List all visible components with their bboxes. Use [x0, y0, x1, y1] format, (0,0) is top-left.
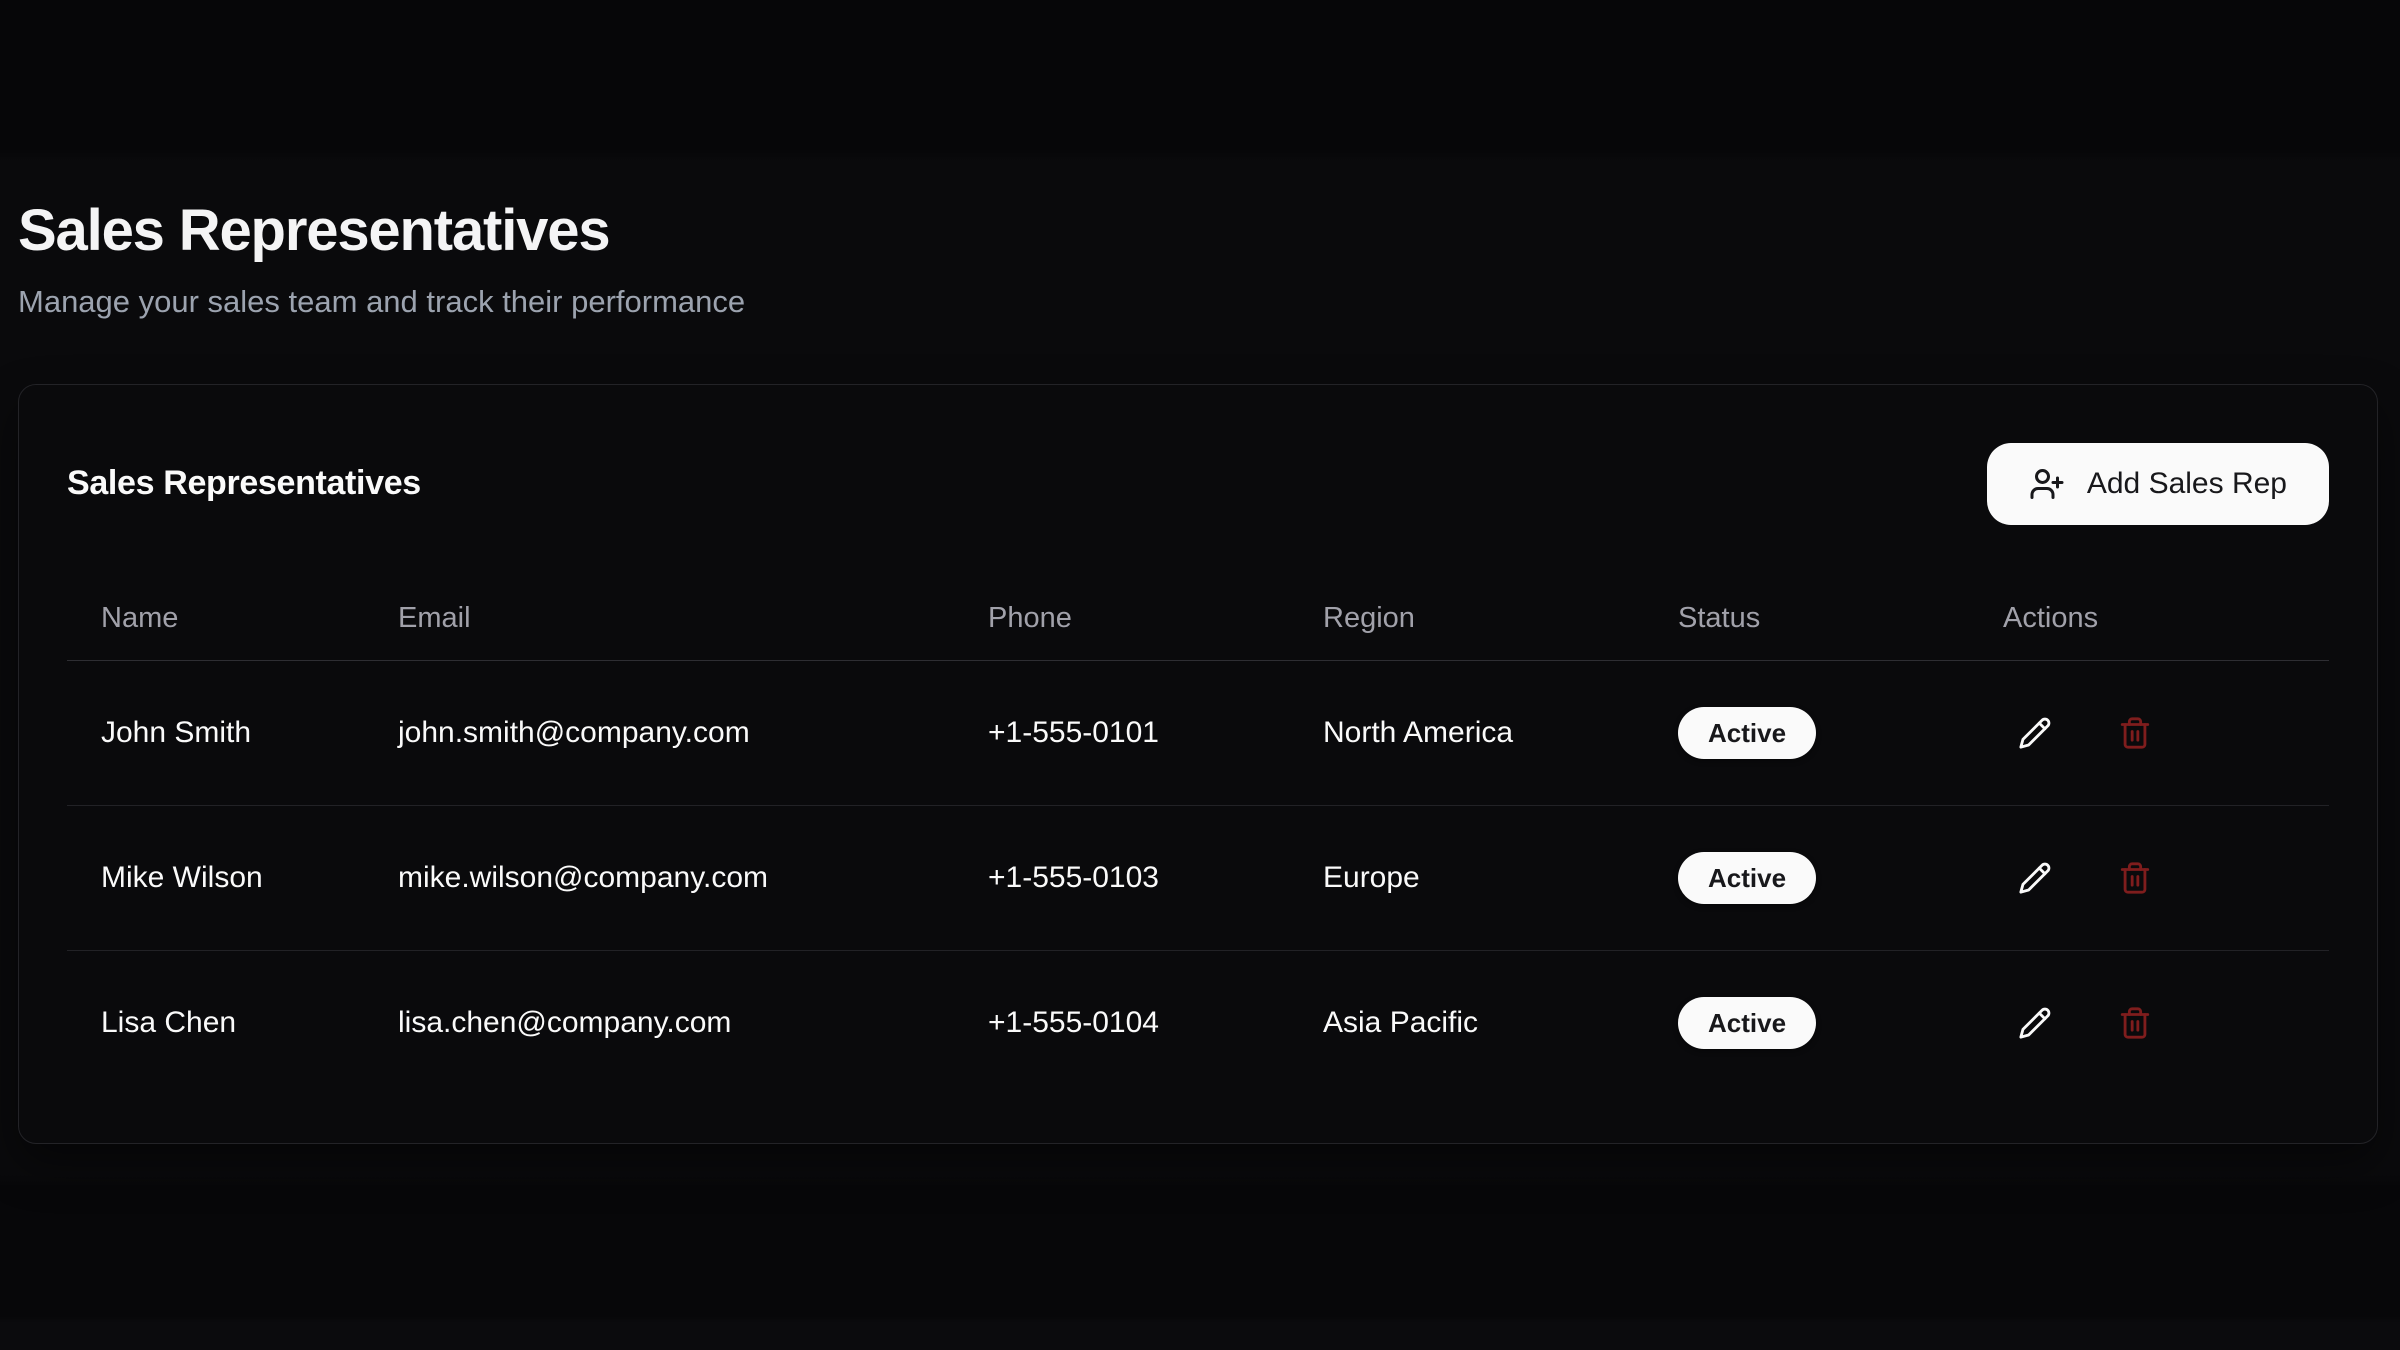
table-header-row: Name Email Phone Region Status Actions [67, 577, 2329, 661]
sales-reps-table: Name Email Phone Region Status Actions J… [67, 577, 2329, 1096]
pencil-icon [2018, 1006, 2052, 1040]
pencil-icon [2018, 861, 2052, 895]
status-badge: Active [1678, 707, 1816, 759]
cell-actions [1987, 661, 2329, 806]
status-badge: Active [1678, 997, 1816, 1049]
column-header-email: Email [382, 577, 972, 661]
column-header-region: Region [1307, 577, 1662, 661]
page-header: Sales Representatives Manage your sales … [0, 0, 2400, 322]
cell-actions [1987, 951, 2329, 1096]
column-header-actions: Actions [1987, 577, 2329, 661]
add-sales-rep-label: Add Sales Rep [2087, 467, 2287, 501]
page: Sales Representatives Manage your sales … [0, 0, 2400, 1350]
cell-phone: +1-555-0104 [972, 951, 1307, 1096]
cell-actions [1987, 806, 2329, 951]
cell-name: John Smith [67, 661, 382, 806]
cell-status: Active [1662, 661, 1987, 806]
page-title: Sales Representatives [18, 196, 2376, 266]
column-header-phone: Phone [972, 577, 1307, 661]
cell-region: Asia Pacific [1307, 951, 1662, 1096]
table-row: Lisa Chen lisa.chen@company.com +1-555-0… [67, 951, 2329, 1096]
cell-email: mike.wilson@company.com [382, 806, 972, 951]
add-sales-rep-button[interactable]: Add Sales Rep [1987, 443, 2329, 525]
cell-phone: +1-555-0101 [972, 661, 1307, 806]
pencil-icon [2018, 716, 2052, 750]
card-title: Sales Representatives [67, 464, 421, 503]
delete-button[interactable] [2103, 993, 2167, 1053]
cell-status: Active [1662, 951, 1987, 1096]
trash-icon [2118, 1006, 2152, 1040]
edit-button[interactable] [2003, 993, 2067, 1053]
cell-phone: +1-555-0103 [972, 806, 1307, 951]
trash-icon [2118, 861, 2152, 895]
status-badge: Active [1678, 852, 1816, 904]
cell-email: john.smith@company.com [382, 661, 972, 806]
cell-region: Europe [1307, 806, 1662, 951]
sales-reps-card: Sales Representatives Add Sales Rep [18, 384, 2378, 1145]
table-row: Mike Wilson mike.wilson@company.com +1-5… [67, 806, 2329, 951]
cell-email: lisa.chen@company.com [382, 951, 972, 1096]
edit-button[interactable] [2003, 848, 2067, 908]
edit-button[interactable] [2003, 703, 2067, 763]
trash-icon [2118, 716, 2152, 750]
card-header: Sales Representatives Add Sales Rep [67, 385, 2329, 525]
cell-status: Active [1662, 806, 1987, 951]
user-plus-icon [2029, 466, 2065, 502]
cell-region: North America [1307, 661, 1662, 806]
delete-button[interactable] [2103, 848, 2167, 908]
delete-button[interactable] [2103, 703, 2167, 763]
column-header-status: Status [1662, 577, 1987, 661]
cell-name: Mike Wilson [67, 806, 382, 951]
table-row: John Smith john.smith@company.com +1-555… [67, 661, 2329, 806]
cell-name: Lisa Chen [67, 951, 382, 1096]
page-subtitle: Manage your sales team and track their p… [18, 282, 2376, 322]
column-header-name: Name [67, 577, 382, 661]
